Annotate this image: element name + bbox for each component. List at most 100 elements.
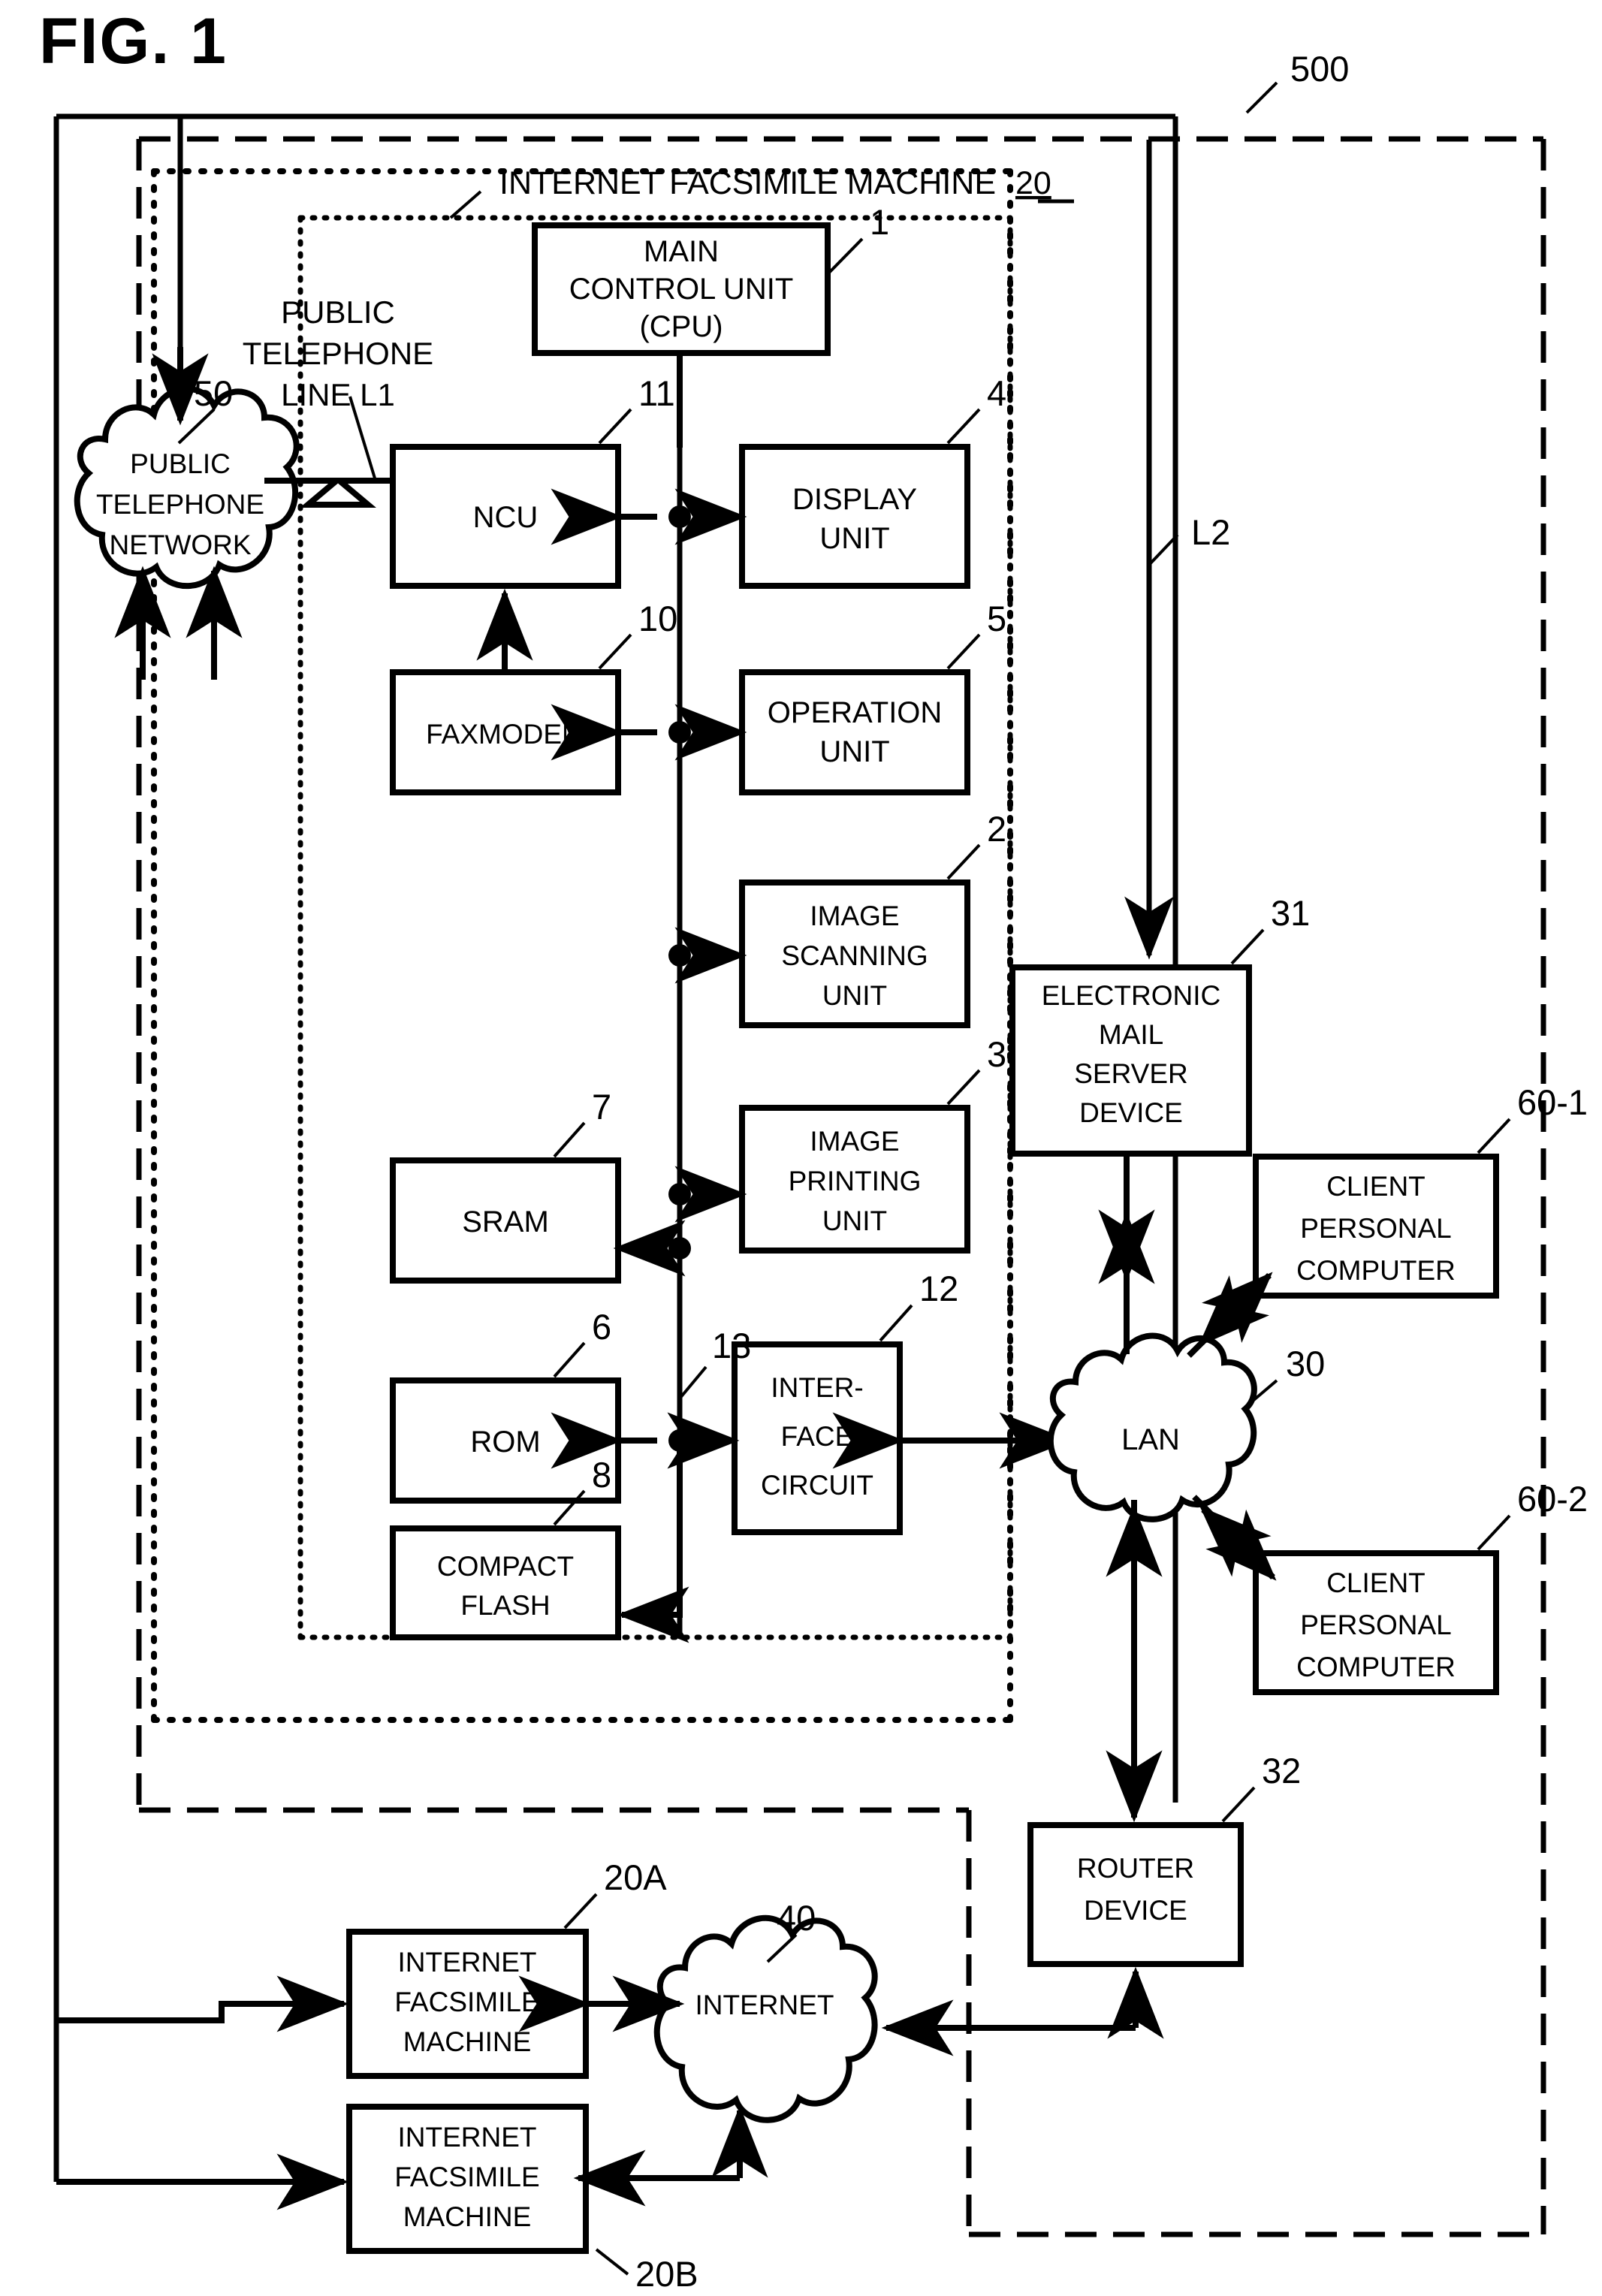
- interface-circuit-l2: FACE: [781, 1421, 854, 1452]
- leader-10: [598, 633, 632, 670]
- cloud-pstn-line1: PUBLIC: [130, 448, 231, 479]
- ref-1: 1: [870, 202, 889, 242]
- ref-40: 40: [777, 1898, 816, 1938]
- rect-compact-flash: [390, 1525, 621, 1640]
- ifax-20b-l1: INTERNET: [398, 2122, 537, 2153]
- bus-to-compactflash: [617, 1435, 689, 1643]
- pc1-to-lan: [1198, 1273, 1272, 1347]
- diagram-svg: INTERNET FACSIMILE MACHINE 20 500 PUBLIC…: [53, 49, 1588, 2294]
- leader-13: [678, 1365, 707, 1400]
- operation-unit-l2: UNIT: [819, 735, 889, 768]
- ref-7: 7: [592, 1087, 611, 1127]
- leader-500: [1245, 81, 1278, 114]
- ref-12: 12: [919, 1269, 958, 1308]
- ref-20a: 20A: [604, 1857, 667, 1897]
- line-l1-label-1: PUBLIC: [281, 294, 395, 330]
- interface-circuit-l3: CIRCUIT: [761, 1470, 873, 1501]
- ref-31: 31: [1271, 893, 1310, 933]
- cloud-pstn-line3: NETWORK: [109, 529, 251, 560]
- figure-canvas: FIG. 1 INTERNET FACSIMILE MACHINE 20 500…: [0, 0, 1602, 2296]
- ifax20-title: INTERNET FACSIMILE MACHINE 20: [499, 165, 1051, 201]
- client-pc-2-l3: COMPUTER: [1296, 1652, 1456, 1682]
- leader-3: [946, 1069, 981, 1106]
- ref-500: 500: [1290, 49, 1349, 89]
- ref-5: 5: [987, 599, 1006, 638]
- leader-4: [946, 408, 981, 445]
- client-pc-1-l3: COMPUTER: [1296, 1255, 1456, 1286]
- email-server-l2: MAIL: [1099, 1019, 1163, 1050]
- ref-13: 13: [712, 1326, 751, 1365]
- ref-30: 30: [1286, 1344, 1325, 1383]
- line-l1-label-3: LINE L1: [281, 377, 395, 412]
- cloud-lan-label: LAN: [1121, 1423, 1180, 1456]
- leader-20a: [563, 1893, 598, 1929]
- image-scanning-unit-l2: SCANNING: [781, 940, 928, 971]
- leader-32: [1221, 1786, 1256, 1823]
- image-scanning-unit-l3: UNIT: [822, 980, 887, 1011]
- image-printing-unit-l2: PRINTING: [789, 1166, 922, 1196]
- router-device-l2: DEVICE: [1084, 1895, 1187, 1926]
- image-printing-unit-l3: UNIT: [822, 1205, 887, 1236]
- leader-1: [826, 237, 864, 276]
- leader-7: [553, 1121, 586, 1158]
- cloud-pstn-line2: TELEPHONE: [96, 489, 264, 520]
- ref-11: 11: [638, 373, 675, 413]
- client-pc-2-l1: CLIENT: [1326, 1567, 1426, 1598]
- rom-l1: ROM: [470, 1426, 540, 1459]
- leader-60-2: [1477, 1514, 1511, 1551]
- ref-60-2: 60-2: [1517, 1479, 1588, 1519]
- compact-flash-l2: FLASH: [460, 1590, 550, 1621]
- leader-6: [553, 1341, 586, 1378]
- client-pc-1-l1: CLIENT: [1326, 1171, 1426, 1202]
- ifax-20a-l2: FACSIMILE: [394, 1987, 539, 2017]
- ref-10: 10: [638, 599, 677, 638]
- ifax-20b-l2: FACSIMILE: [394, 2162, 539, 2192]
- rect-display-unit: [739, 444, 970, 589]
- ref-8: 8: [592, 1455, 611, 1495]
- line-l2-label: L2: [1191, 512, 1230, 552]
- sram-l1: SRAM: [462, 1205, 549, 1239]
- ifax-20a-l1: INTERNET: [398, 1947, 537, 1978]
- ref-20b: 20B: [635, 2254, 698, 2294]
- bus-node-scanning: [668, 944, 691, 967]
- router-device-l1: ROUTER: [1077, 1853, 1194, 1884]
- pc2-to-lan: [1199, 1506, 1275, 1579]
- bus-node-interface: [668, 1429, 691, 1452]
- client-pc-2-l2: PERSONAL: [1300, 1610, 1452, 1640]
- leader-5: [946, 633, 981, 670]
- interface-circuit-l1: INTER-: [771, 1372, 863, 1403]
- compact-flash-l1: COMPACT: [437, 1551, 574, 1582]
- ref-32: 32: [1262, 1751, 1301, 1791]
- ref-6: 6: [592, 1307, 611, 1347]
- bus-node-operation: [668, 721, 691, 744]
- bus-node-sram: [668, 1237, 691, 1260]
- leader-ifax20: [449, 190, 482, 219]
- leader-31: [1230, 928, 1265, 965]
- bus-node-printing: [668, 1183, 691, 1205]
- ifax-20b-l3: MACHINE: [403, 2201, 532, 2232]
- leader-12: [879, 1304, 913, 1342]
- email-server-l4: DEVICE: [1079, 1097, 1183, 1128]
- main-control-unit-l3: (CPU): [639, 310, 723, 343]
- ref-50: 50: [194, 373, 233, 413]
- image-scanning-unit-l1: IMAGE: [810, 901, 899, 931]
- ncu-l1: NCU: [473, 501, 539, 534]
- rect-operation-unit: [739, 669, 970, 795]
- display-unit-l2: UNIT: [819, 522, 889, 555]
- email-server-l3: SERVER: [1074, 1058, 1188, 1089]
- bus-node-display: [668, 505, 691, 528]
- email-server-l1: ELECTRONIC: [1042, 980, 1220, 1011]
- line-l1-label-2: TELEPHONE: [243, 336, 433, 371]
- ref-60-1: 60-1: [1517, 1082, 1588, 1122]
- ref-2: 2: [987, 809, 1006, 849]
- ifax-20a-l3: MACHINE: [403, 2026, 532, 2057]
- image-printing-unit-l1: IMAGE: [810, 1126, 899, 1157]
- main-control-unit-l2: CONTROL UNIT: [569, 273, 794, 306]
- leader-20b: [595, 2248, 629, 2276]
- leader-11: [598, 408, 632, 445]
- display-unit-l1: DISPLAY: [792, 483, 917, 516]
- ref-4: 4: [987, 373, 1006, 413]
- leader-60-1: [1477, 1118, 1511, 1154]
- faxmodem-l1: FAXMODEM: [426, 719, 585, 750]
- ref-3: 3: [987, 1034, 1006, 1074]
